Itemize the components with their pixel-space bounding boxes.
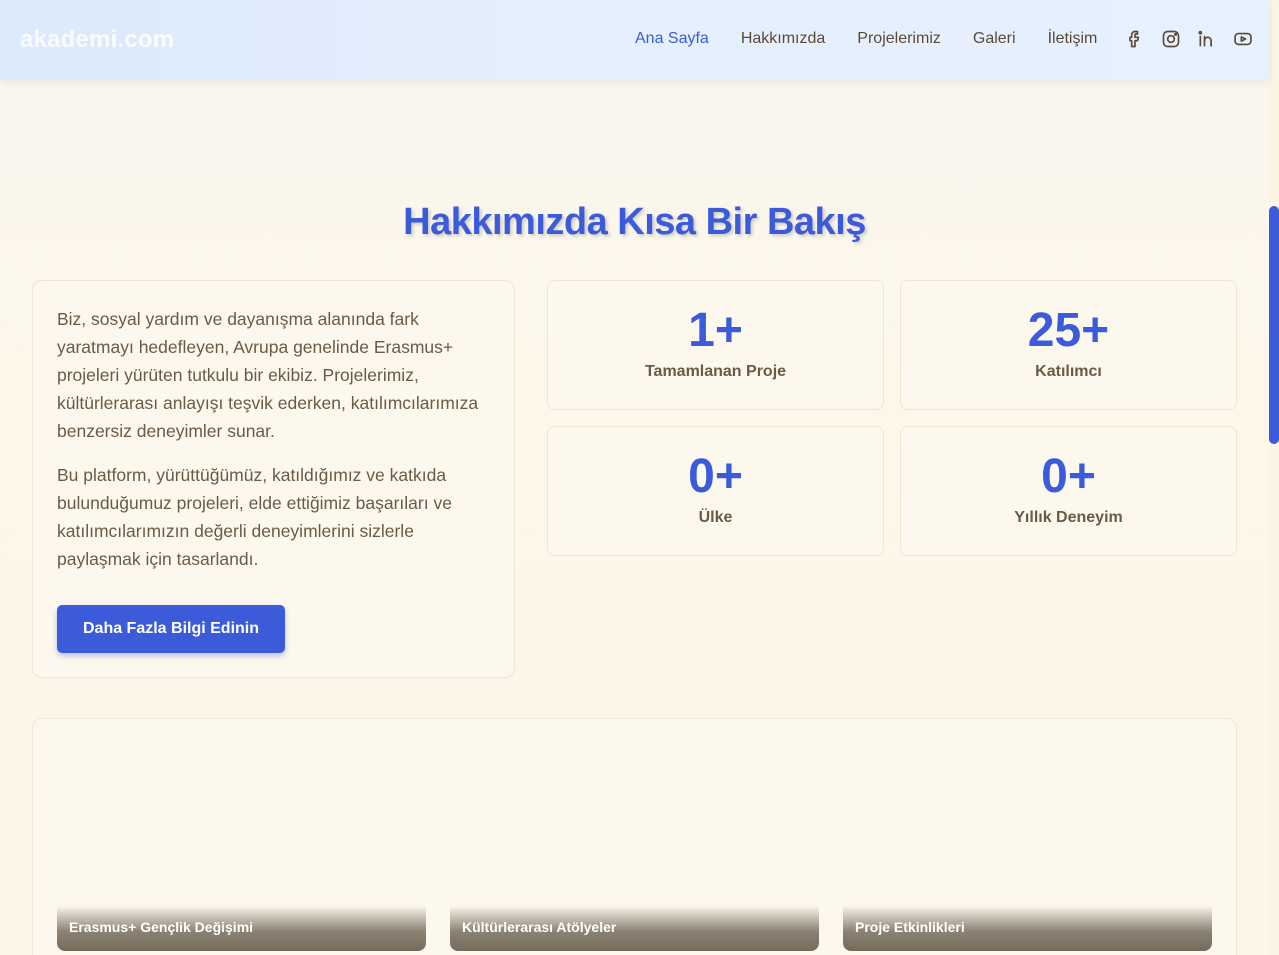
gallery-caption: Kültürlerarası Atölyeler	[450, 907, 819, 951]
gallery-caption: Proje Etkinlikleri	[843, 907, 1212, 951]
stat-label: Katılımcı	[1035, 363, 1102, 380]
stat-label: Ülke	[698, 509, 733, 526]
stat-card-countries: 0+ Ülke	[547, 426, 884, 556]
linkedin-icon[interactable]	[1197, 29, 1217, 49]
about-card: Biz, sosyal yardım ve dayanışma alanında…	[32, 280, 515, 678]
learn-more-button[interactable]: Daha Fazla Bilgi Edinin	[57, 605, 285, 653]
stat-card-projects: 1+ Tamamlanan Proje	[547, 280, 884, 410]
site-logo[interactable]: akademi.com	[20, 26, 174, 54]
scrollbar-thumb[interactable]	[1269, 206, 1279, 444]
stat-card-experience: 0+ Yıllık Deneyim	[900, 426, 1237, 556]
stat-value: 0+	[688, 450, 743, 503]
stat-value: 25+	[1027, 304, 1110, 357]
gallery-caption: Erasmus+ Gençlik Değişimi	[57, 907, 426, 951]
gallery-item[interactable]: Erasmus+ Gençlik Değişimi	[57, 747, 426, 951]
stat-label: Tamamlanan Proje	[644, 363, 787, 380]
facebook-icon[interactable]	[1125, 29, 1145, 49]
nav-link-projects[interactable]: Projelerimiz	[857, 30, 941, 48]
section-title: Hakkımızda Kısa Bir Bakış	[403, 201, 866, 243]
social-links	[1125, 29, 1269, 49]
stat-value: 1+	[688, 304, 743, 357]
stat-card-participants: 25+ Katılımcı	[900, 280, 1237, 410]
about-paragraph: Bu platform, yürüttüğümüz, katıldığımız …	[57, 465, 452, 569]
gallery-item[interactable]: Proje Etkinlikleri	[843, 747, 1212, 951]
nav-link-home[interactable]: Ana Sayfa	[635, 30, 709, 48]
instagram-icon[interactable]	[1161, 29, 1181, 49]
main-nav: Ana Sayfa Hakkımızda Projelerimiz Galeri…	[635, 30, 1129, 48]
scrollbar[interactable]	[1269, 0, 1279, 955]
about-paragraph: Biz, sosyal yardım ve dayanışma alanında…	[57, 309, 479, 441]
nav-link-about[interactable]: Hakkımızda	[741, 30, 825, 48]
youtube-icon[interactable]	[1233, 29, 1253, 49]
gallery-item[interactable]: Kültürlerarası Atölyeler	[450, 747, 819, 951]
site-header: akademi.com Ana Sayfa Hakkımızda Projele…	[0, 0, 1269, 80]
stat-value: 0+	[1041, 450, 1096, 503]
stat-label: Yıllık Deneyim	[1014, 509, 1123, 526]
nav-link-gallery[interactable]: Galeri	[973, 30, 1016, 48]
gallery-section: Erasmus+ Gençlik Değişimi Kültürlerarası…	[32, 718, 1237, 955]
nav-link-contact[interactable]: İletişim	[1048, 30, 1098, 48]
